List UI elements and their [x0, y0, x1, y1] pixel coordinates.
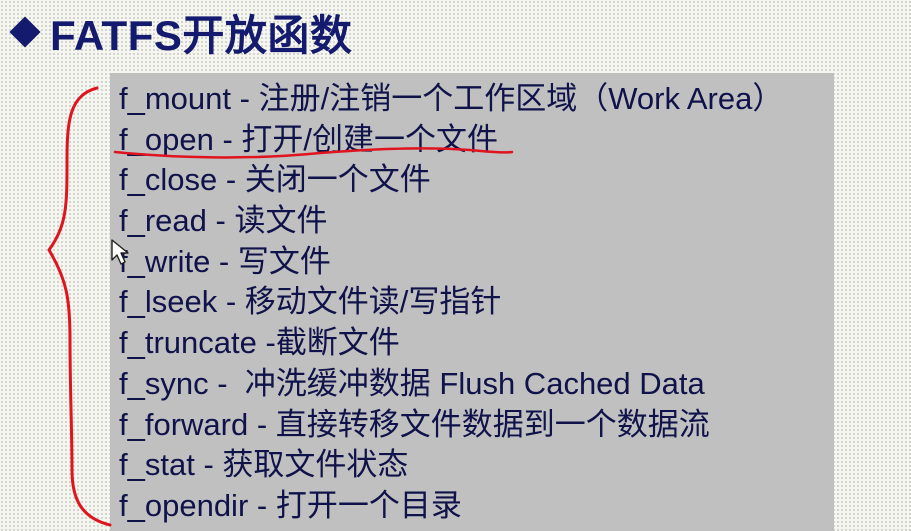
function-description: 获取文件状态	[222, 447, 409, 483]
list-item: f_sync - 冲洗缓冲数据 Flush Cached Data	[119, 364, 783, 405]
list-item: f_opendir - 打开一个目录	[119, 486, 783, 527]
separator: -	[194, 447, 223, 483]
list-item: f_close - 关闭一个文件	[119, 160, 783, 201]
diamond-bullet-icon	[9, 16, 41, 48]
list-item: f_mount - 注册/注销一个工作区域（Work Area）	[119, 79, 783, 120]
list-item: f_truncate -截断文件	[119, 323, 783, 364]
slide-title-text: FATFS开放函数	[50, 11, 353, 59]
list-item: f_forward - 直接转移文件数据到一个数据流	[119, 405, 783, 446]
function-name: f_open	[119, 121, 214, 157]
mouse-pointer-icon	[111, 239, 129, 265]
slide-title: FATFS开放函数	[6, 4, 352, 60]
separator: -	[208, 365, 245, 401]
function-description: 截断文件	[275, 325, 400, 361]
function-name: f_read	[119, 203, 207, 239]
list-item: f_write - 写文件	[119, 242, 783, 283]
function-description: 读文件	[234, 203, 328, 239]
function-name: f_sync	[119, 365, 209, 401]
red-brace-annotation	[47, 86, 112, 527]
separator: -	[206, 203, 235, 239]
function-name: f_truncate	[119, 325, 257, 361]
separator: -	[256, 325, 276, 361]
function-name: f_stat	[119, 447, 195, 483]
function-description: 直接转移文件数据到一个数据流	[275, 406, 710, 442]
function-description: 注册/注销一个工作区域（Work Area）	[258, 81, 784, 116]
separator: -	[231, 81, 259, 116]
function-description: 写文件	[237, 243, 331, 279]
function-name: f_lseek	[119, 284, 218, 320]
separator: -	[248, 487, 276, 523]
separator: -	[213, 121, 242, 157]
function-list: f_mount - 注册/注销一个工作区域（Work Area） f_open …	[119, 79, 783, 527]
function-name: f_opendir	[119, 487, 249, 523]
separator: -	[217, 162, 245, 198]
list-item: f_open - 打开/创建一个文件	[119, 120, 783, 161]
separator: -	[248, 406, 276, 442]
list-item: f_stat - 获取文件状态	[119, 445, 783, 486]
function-description: 移动文件读/写指针	[244, 284, 502, 320]
function-name: f_forward	[119, 406, 249, 442]
list-item: f_lseek - 移动文件读/写指针	[119, 282, 783, 323]
function-name: f_close	[119, 162, 218, 198]
function-description: 关闭一个文件	[244, 162, 431, 198]
separator: -	[217, 284, 245, 320]
list-item: f_read - 读文件	[119, 201, 783, 242]
function-name: f_mount	[119, 81, 232, 116]
function-description: 打开/创建一个文件	[241, 121, 499, 157]
function-description: 冲洗缓冲数据 Flush Cached Data	[244, 365, 705, 401]
separator: -	[210, 243, 238, 279]
function-description: 打开一个目录	[275, 487, 462, 523]
